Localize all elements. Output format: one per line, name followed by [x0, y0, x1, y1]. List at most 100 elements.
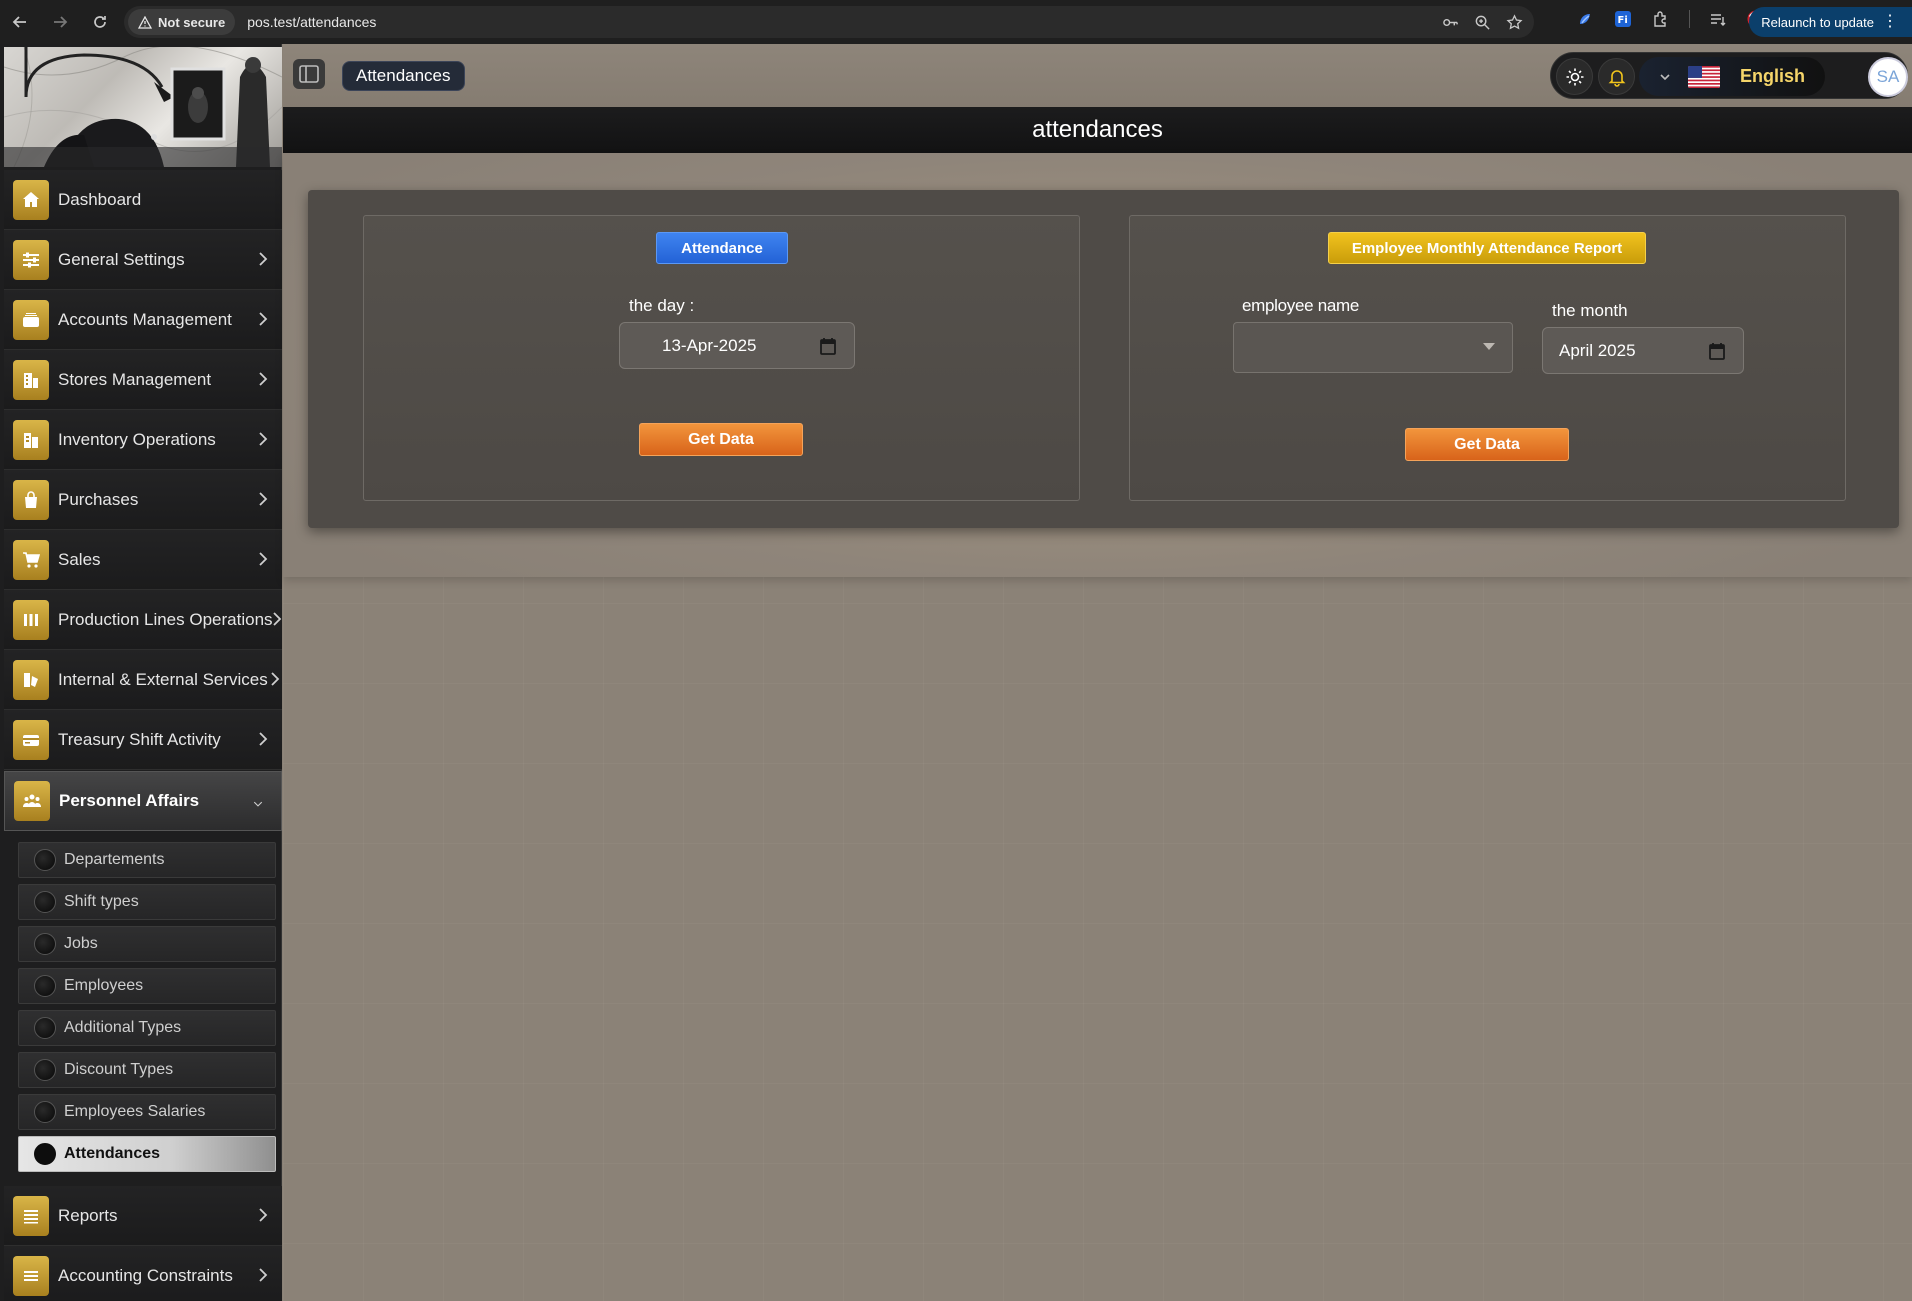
bullet-icon: [34, 975, 56, 997]
kebab-menu-icon[interactable]: ⋮: [1882, 14, 1898, 30]
sidebar-item-label: Internal & External Services: [58, 669, 268, 689]
relaunch-button[interactable]: Relaunch to update ⋮: [1749, 7, 1912, 37]
sidebar-subitem-discount-types[interactable]: Discount Types: [18, 1052, 276, 1088]
sidebar-item-internal-external-services[interactable]: Internal & External Services: [4, 650, 282, 710]
sidebar-item-treasury-shift-activity[interactable]: Treasury Shift Activity: [4, 710, 282, 770]
chevron-right-icon: [270, 671, 280, 687]
back-icon[interactable]: [2, 4, 38, 40]
month-input[interactable]: April 2025: [1542, 327, 1744, 374]
warning-icon: [138, 15, 152, 29]
sidebar-item-label: Dashboard: [58, 189, 142, 209]
day-label: the day :: [629, 296, 695, 315]
home-icon: [13, 179, 49, 220]
sidebar-subitem-shift-types[interactable]: Shift types: [18, 884, 276, 920]
sidebar-item-label: Stores Management: [58, 369, 212, 389]
report-get-data-button[interactable]: Get Data: [1405, 428, 1569, 461]
sidebar: Dashboard General Settings Accounts Mana…: [0, 44, 282, 1301]
sidebar-toggle-icon: [299, 65, 319, 83]
employee-name-select[interactable]: [1233, 322, 1513, 373]
relaunch-label: Relaunch to update: [1761, 14, 1874, 30]
sidebar-subitem-employees[interactable]: Employees: [18, 968, 276, 1004]
monthly-report-tag: Employee Monthly Attendance Report: [1328, 232, 1646, 264]
bullet-icon: [34, 1017, 56, 1039]
day-date-value: 13-Apr-2025: [662, 335, 757, 355]
people-icon: [14, 781, 50, 821]
calendar-icon[interactable]: [820, 337, 836, 355]
sidebar-subitem-additional-types[interactable]: Additional Types: [18, 1010, 276, 1046]
sidebar-item-inventory-operations[interactable]: Inventory Operations: [4, 410, 282, 470]
reload-icon[interactable]: [82, 4, 118, 40]
sidebar-subitem-label: Employees: [64, 977, 144, 994]
sidebar-subitem-jobs[interactable]: Jobs: [18, 926, 276, 962]
security-chip[interactable]: Not secure: [128, 9, 236, 35]
breadcrumb[interactable]: Attendances: [342, 61, 465, 91]
card-icon: [13, 719, 49, 760]
chevron-right-icon: [258, 491, 268, 507]
address-bar[interactable]: Not secure pos.test/attendances: [124, 6, 1534, 38]
sidebar-item-sales[interactable]: Sales: [4, 530, 282, 590]
caret-down-icon: [1483, 343, 1495, 350]
monthly-report-panel: Employee Monthly Attendance Report emplo…: [1129, 215, 1846, 501]
browser-toolbar: Not secure pos.test/attendances Fi Relau…: [0, 0, 1912, 44]
page-title: attendances: [1032, 116, 1163, 143]
security-label: Not secure: [158, 14, 226, 30]
calendar-icon[interactable]: [1709, 342, 1725, 360]
bag-icon: [13, 479, 49, 520]
chevron-right-icon: [258, 431, 268, 447]
sidebar-subitem-label: Additional Types: [64, 1019, 182, 1036]
reading-list-icon[interactable]: [1708, 9, 1728, 29]
wallet-icon: [13, 299, 49, 340]
bell-icon: [1608, 69, 1625, 87]
theme-toggle-button[interactable]: [1556, 58, 1593, 95]
building-icon: [13, 359, 49, 400]
sidebar-item-reports[interactable]: Reports: [4, 1186, 282, 1246]
sidebar-toggle-button[interactable]: [293, 59, 325, 89]
language-selector[interactable]: English: [1639, 57, 1825, 96]
avatar[interactable]: SA: [1868, 57, 1908, 97]
sidebar-item-stores-management[interactable]: Stores Management: [4, 350, 282, 410]
get-data-label: Get Data: [1454, 435, 1520, 453]
sidebar-item-production-lines-operations[interactable]: Production Lines Operations: [4, 590, 282, 650]
attendance-tag: Attendance: [656, 232, 788, 264]
sidebar-subitem-employees-salaries[interactable]: Employees Salaries: [18, 1094, 276, 1130]
bullet-icon: [34, 849, 56, 871]
sidebar-item-label: Purchases: [58, 489, 139, 509]
extension-fi-icon[interactable]: Fi: [1613, 9, 1633, 29]
attendance-get-data-button[interactable]: Get Data: [639, 423, 803, 456]
sidebar-item-label: Accounting Constraints: [58, 1265, 233, 1285]
sidebar-item-dashboard[interactable]: Dashboard: [4, 170, 282, 230]
extension-copilot-icon[interactable]: [1575, 9, 1595, 29]
avatar-initials: SA: [1876, 67, 1900, 86]
language-label: English: [1740, 66, 1806, 86]
month-label: the month: [1552, 301, 1628, 320]
main-content: Attendances English SA attendances Atten…: [283, 44, 1912, 1301]
sidebar-subitem-attendances[interactable]: Attendances: [18, 1136, 276, 1172]
password-key-icon[interactable]: [1440, 12, 1460, 32]
sidebar-subitem-label: Discount Types: [64, 1061, 174, 1078]
sidebar-item-general-settings[interactable]: General Settings: [4, 230, 282, 290]
extensions-puzzle-icon[interactable]: [1651, 9, 1671, 29]
sidebar-item-label: Personnel Affairs: [59, 791, 200, 810]
chevron-down-icon: [253, 796, 269, 807]
sidebar-subitem-label: Departements: [64, 851, 165, 868]
sidebar-item-label: Reports: [58, 1205, 118, 1225]
sidebar-item-label: Accounts Management: [58, 309, 232, 329]
sidebar-item-personnel-affairs[interactable]: Personnel Affairs: [4, 771, 282, 831]
bullet-icon: [34, 1101, 56, 1123]
svg-text:Fi: Fi: [1618, 15, 1628, 26]
chevron-right-icon: [258, 551, 268, 567]
sidebar-subitem-label: Attendances: [64, 1145, 161, 1162]
sidebar-subitem-departements[interactable]: Departements: [18, 842, 276, 878]
top-bar: Attendances English SA: [283, 44, 1912, 107]
day-date-input[interactable]: 13-Apr-2025: [619, 322, 855, 369]
zoom-icon[interactable]: [1472, 12, 1492, 32]
sidebar-item-accounting-constraints[interactable]: Accounting Constraints: [4, 1246, 282, 1301]
page-title-bar: attendances: [283, 107, 1912, 153]
notifications-button[interactable]: [1598, 58, 1635, 95]
bookmark-star-icon[interactable]: [1504, 12, 1524, 32]
forward-icon[interactable]: [42, 4, 78, 40]
sidebar-item-accounts-management[interactable]: Accounts Management: [4, 290, 282, 350]
cart-icon: [13, 539, 49, 580]
filters-card: Attendance the day : 13-Apr-2025 Get Dat…: [308, 190, 1899, 528]
sidebar-item-purchases[interactable]: Purchases: [4, 470, 282, 530]
